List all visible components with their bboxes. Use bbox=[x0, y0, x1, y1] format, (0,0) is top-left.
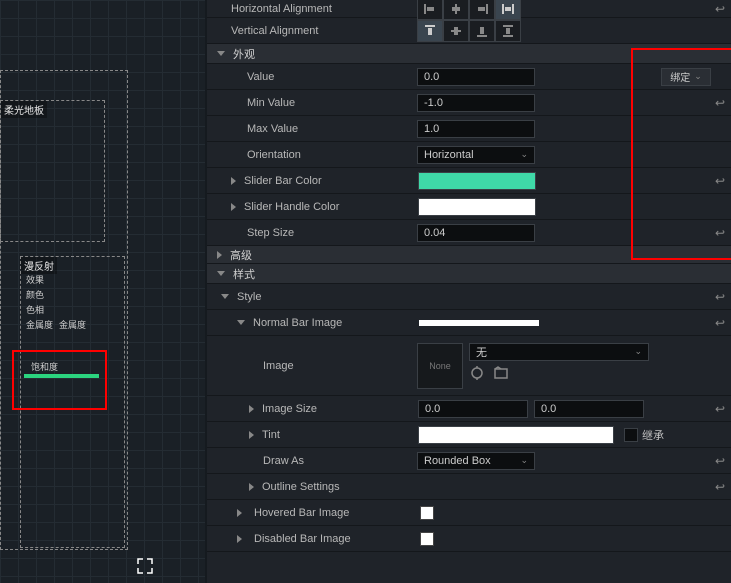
prop-label: Draw As bbox=[207, 455, 417, 467]
prop-row-hoveredbar: Hovered Bar Image bbox=[207, 500, 731, 526]
prop-row-tint: Tint 继承 bbox=[207, 422, 731, 448]
reset-icon[interactable]: ↩ bbox=[715, 402, 725, 416]
prop-label: Outline Settings bbox=[258, 481, 418, 493]
value-input[interactable] bbox=[417, 68, 535, 86]
prop-label: Step Size bbox=[207, 227, 417, 239]
bind-button[interactable]: 绑定⌄ bbox=[661, 68, 711, 86]
barcolor-swatch[interactable] bbox=[418, 172, 536, 190]
prop-row-barcolor: Slider Bar Color ↩ bbox=[207, 168, 731, 194]
halign-right-button[interactable] bbox=[469, 0, 495, 20]
prop-row-stepsize: Step Size ↩ bbox=[207, 220, 731, 246]
field-label: 效果 bbox=[26, 273, 119, 286]
prop-row-style: Style ↩ bbox=[207, 284, 731, 310]
reset-icon[interactable]: ↩ bbox=[715, 2, 725, 16]
stepsize-input[interactable] bbox=[417, 224, 535, 242]
prop-label: Image bbox=[207, 360, 417, 372]
halign-buttons bbox=[417, 0, 521, 20]
prop-label: Tint bbox=[258, 429, 418, 441]
orientation-select[interactable]: Horizontal⌄ bbox=[417, 146, 535, 164]
prop-label: Disabled Bar Image bbox=[246, 533, 420, 545]
section-label: 高级 bbox=[230, 247, 252, 263]
field-label: 颜色 bbox=[26, 288, 119, 301]
section-appearance[interactable]: 外观 bbox=[207, 44, 731, 64]
canvas-viewport: 柔光地板 漫反射 效果 颜色 色相 金属度 金属度 饱和度 bbox=[0, 0, 205, 583]
prop-row-orientation: Orientation Horizontal⌄ bbox=[207, 142, 731, 168]
prop-row-disabledbar: Disabled Bar Image bbox=[207, 526, 731, 552]
use-selected-icon[interactable] bbox=[469, 365, 485, 381]
field-label: 金属度 bbox=[26, 318, 53, 331]
halign-left-button[interactable] bbox=[417, 0, 443, 20]
prop-label: Min Value bbox=[207, 97, 417, 109]
valign-fill-button[interactable] bbox=[495, 20, 521, 42]
browse-icon[interactable] bbox=[493, 365, 509, 381]
hovered-swatch[interactable] bbox=[420, 506, 434, 520]
imagesize-x-input[interactable] bbox=[418, 400, 528, 418]
inherit-label: 继承 bbox=[642, 427, 664, 443]
prop-label: Value bbox=[207, 71, 417, 83]
tint-swatch[interactable] bbox=[418, 426, 614, 444]
prop-label: Hovered Bar Image bbox=[246, 507, 420, 519]
reset-icon[interactable]: ↩ bbox=[715, 480, 725, 494]
inherit-checkbox[interactable] bbox=[624, 428, 638, 442]
prop-row-minvalue: Min Value ↩ bbox=[207, 90, 731, 116]
section-style[interactable]: 样式 bbox=[207, 264, 731, 284]
field-label: 金属度 bbox=[59, 318, 86, 331]
prop-row-maxvalue: Max Value bbox=[207, 116, 731, 142]
details-panel: Horizontal Alignment ↩ Vertical Alignmen… bbox=[207, 0, 731, 583]
reset-icon[interactable]: ↩ bbox=[715, 226, 725, 240]
valign-buttons bbox=[417, 20, 521, 42]
prop-label: Image Size bbox=[258, 403, 418, 415]
prop-row-drawas: Draw As Rounded Box⌄ ↩ bbox=[207, 448, 731, 474]
selection-highlight bbox=[12, 350, 107, 410]
valign-center-button[interactable] bbox=[443, 20, 469, 42]
scale-icon[interactable] bbox=[136, 557, 154, 575]
prop-row-halign: Horizontal Alignment ↩ bbox=[207, 0, 731, 18]
reset-icon[interactable]: ↩ bbox=[715, 454, 725, 468]
field-label: 色相 bbox=[26, 303, 119, 316]
halign-center-button[interactable] bbox=[443, 0, 469, 20]
panel-label: 柔光地板 bbox=[1, 101, 47, 118]
reset-icon[interactable]: ↩ bbox=[715, 174, 725, 188]
bar-preview bbox=[419, 320, 539, 326]
prop-label: Normal Bar Image bbox=[245, 317, 419, 329]
panel-soft-floor[interactable]: 柔光地板 bbox=[0, 100, 105, 242]
prop-label: Slider Handle Color bbox=[240, 201, 418, 213]
image-asset-select[interactable]: 无⌄ bbox=[469, 343, 649, 361]
prop-label: Max Value bbox=[207, 123, 417, 135]
imagesize-y-input[interactable] bbox=[534, 400, 644, 418]
reset-icon[interactable]: ↩ bbox=[715, 290, 725, 304]
reset-icon[interactable]: ↩ bbox=[715, 316, 725, 330]
prop-row-value: Value 绑定⌄ bbox=[207, 64, 731, 90]
reset-icon[interactable]: ↩ bbox=[715, 96, 725, 110]
panel-label: 漫反射 bbox=[21, 257, 57, 274]
handlecolor-swatch[interactable] bbox=[418, 198, 536, 216]
prop-label: Orientation bbox=[207, 149, 417, 161]
maxvalue-input[interactable] bbox=[417, 120, 535, 138]
prop-row-imagesize: Image Size ↩ bbox=[207, 396, 731, 422]
prop-row-valign: Vertical Alignment bbox=[207, 18, 731, 44]
section-label: 样式 bbox=[233, 266, 255, 282]
prop-label: Horizontal Alignment bbox=[207, 3, 417, 15]
section-label: 外观 bbox=[233, 46, 255, 62]
prop-row-image: Image None 无⌄ bbox=[207, 336, 731, 396]
minvalue-input[interactable] bbox=[417, 94, 535, 112]
prop-label: Slider Bar Color bbox=[240, 175, 418, 187]
disabled-swatch[interactable] bbox=[420, 532, 434, 546]
valign-bottom-button[interactable] bbox=[469, 20, 495, 42]
image-thumbnail[interactable]: None bbox=[417, 343, 463, 389]
prop-row-outline: Outline Settings ↩ bbox=[207, 474, 731, 500]
halign-fill-button[interactable] bbox=[495, 0, 521, 20]
valign-top-button[interactable] bbox=[417, 20, 443, 42]
drawas-select[interactable]: Rounded Box⌄ bbox=[417, 452, 535, 470]
prop-label: Style bbox=[229, 291, 419, 303]
prop-label: Vertical Alignment bbox=[207, 25, 417, 37]
prop-row-normalbar: Normal Bar Image ↩ bbox=[207, 310, 731, 336]
prop-row-handlecolor: Slider Handle Color bbox=[207, 194, 731, 220]
section-advanced[interactable]: 高级 bbox=[207, 246, 731, 264]
